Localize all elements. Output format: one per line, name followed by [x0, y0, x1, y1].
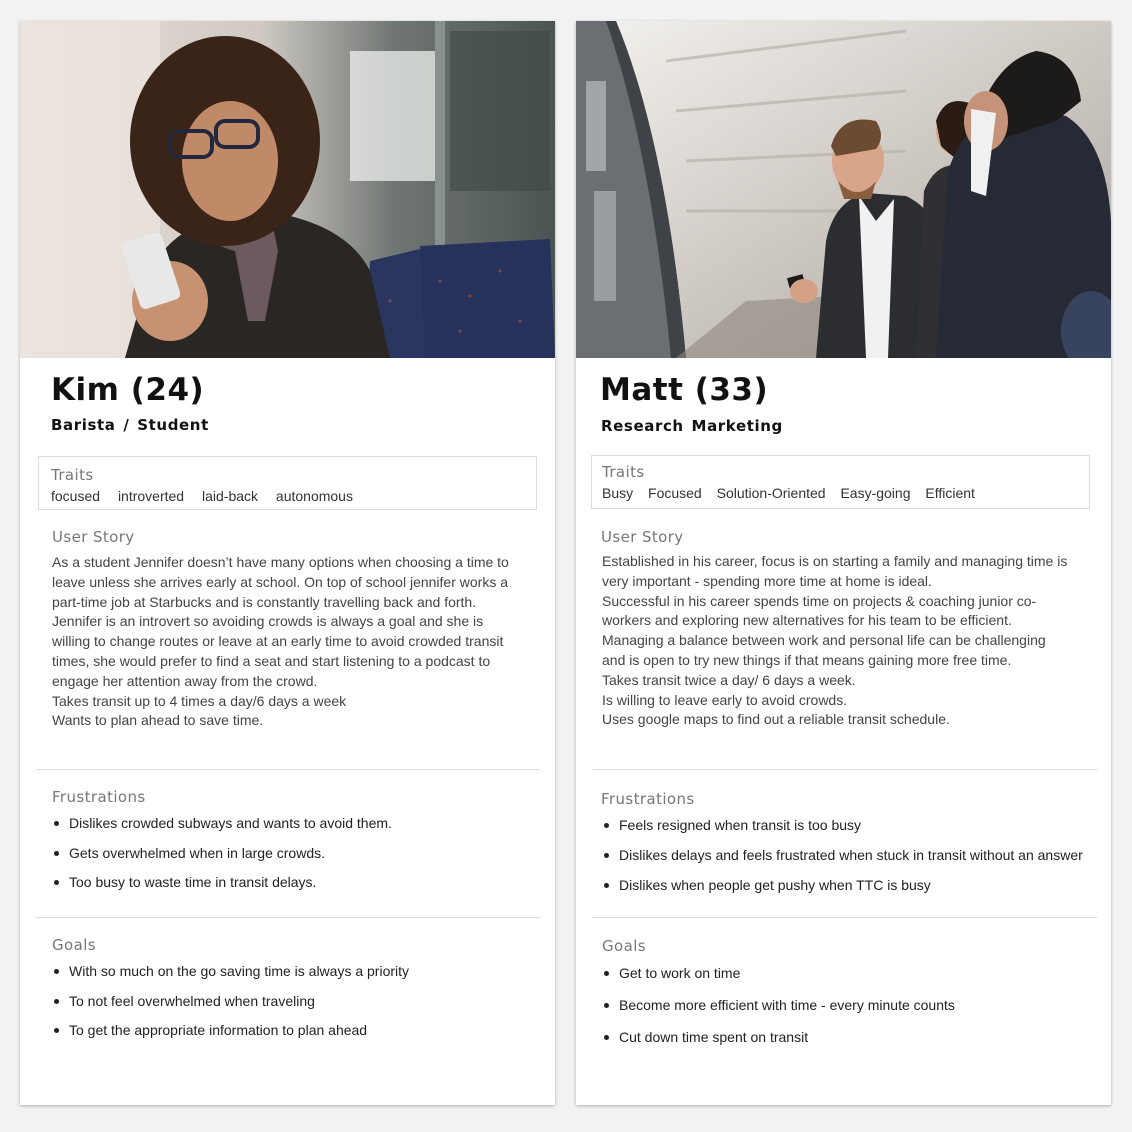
user-story-text: Established in his career, focus is on s…	[602, 552, 1067, 730]
goals-list: With so much on the go saving time is al…	[54, 963, 534, 1043]
persona-card-matt: Matt (33) Research Marketing Traits Busy…	[576, 21, 1111, 1105]
story-line: workers and exploring new alternatives f…	[602, 612, 1012, 629]
bullet-icon	[604, 852, 609, 858]
persona-photo-matt	[576, 21, 1111, 358]
bullet-icon	[54, 879, 59, 885]
story-line: Wants to plan ahead to save time.	[52, 712, 264, 729]
persona-role: Barista / Student	[51, 416, 209, 434]
story-line: engage her attention away from the crowd…	[52, 672, 318, 689]
goals-title: Goals	[52, 936, 96, 954]
persona-role: Research Marketing	[601, 417, 783, 435]
story-line: willing to change routes or leave at an …	[52, 633, 504, 650]
trait-tag: autonomous	[275, 488, 353, 504]
goal-item: To not feel overwhelmed when traveling	[54, 993, 315, 1009]
bullet-icon	[604, 1034, 609, 1040]
trait-tag: focused	[51, 488, 101, 504]
traits-box: Traits focused introverted laid-back aut…	[38, 456, 537, 510]
trait-tag: Easy-going	[840, 485, 911, 501]
bullet-icon	[604, 822, 609, 828]
bullet-icon	[604, 970, 609, 976]
bullet-icon	[54, 968, 59, 974]
persona-name: Matt (33)	[600, 372, 769, 408]
story-line: Uses google maps to find out a reliable …	[602, 711, 950, 728]
goal-item: With so much on the go saving time is al…	[54, 963, 409, 979]
bullet-icon	[54, 998, 59, 1004]
frustration-item: Dislikes crowded subways and wants to av…	[54, 815, 392, 831]
bullet-icon	[604, 1002, 609, 1008]
story-line: Takes transit up to 4 times a day/6 days…	[52, 692, 347, 709]
story-line: times, she would prefer to find a seat a…	[52, 652, 491, 669]
trait-tag: laid-back	[201, 488, 259, 504]
traits-list: focused introverted laid-back autonomous	[51, 488, 353, 504]
story-line: Successful in his career spends time on …	[602, 592, 1037, 609]
frustrations-list: Feels resigned when transit is too busy …	[604, 817, 1109, 897]
bullet-icon	[54, 1027, 59, 1033]
user-story-text: As a student Jennifer doesn’t have many …	[52, 553, 509, 731]
section-divider	[36, 917, 540, 918]
traits-title: Traits	[51, 466, 94, 484]
frustration-item: Dislikes when people get pushy when TTC …	[604, 877, 931, 893]
trait-tag: Solution-Oriented	[716, 485, 826, 501]
persona-photo-kim	[20, 21, 555, 358]
goal-item: Get to work on time	[604, 965, 740, 981]
user-story-title: User Story	[52, 528, 135, 546]
goal-item: Cut down time spent on transit	[604, 1029, 808, 1045]
section-divider	[593, 917, 1097, 918]
frustration-item: Gets overwhelmed when in large crowds.	[54, 845, 325, 861]
trait-tag: introverted	[117, 488, 185, 504]
trait-tag: Busy	[602, 485, 634, 501]
frustration-item: Dislikes delays and feels frustrated whe…	[604, 847, 1083, 863]
story-line: Managing a balance between work and pers…	[602, 632, 1046, 649]
section-divider	[593, 769, 1097, 770]
frustrations-title: Frustrations	[601, 790, 695, 808]
story-line: part-time job at Starbucks and is consta…	[52, 593, 477, 610]
bullet-icon	[54, 850, 59, 856]
story-line: Established in his career, focus is on s…	[602, 553, 1068, 569]
traits-box: Traits Busy Focused Solution-Oriented Ea…	[591, 455, 1090, 509]
persona-name: Kim (24)	[51, 372, 205, 408]
story-line: Takes transit twice a day/ 6 days a week…	[602, 671, 856, 688]
story-line: As a student Jennifer doesn’t have many …	[52, 554, 509, 570]
goals-list: Get to work on time Become more efficien…	[604, 965, 1084, 1045]
story-line: and is open to try new things if that me…	[602, 651, 1012, 668]
story-line: Jennifer is an introvert so avoiding cro…	[52, 613, 484, 630]
trait-tag: Focused	[648, 485, 702, 501]
traits-list: Busy Focused Solution-Oriented Easy-goin…	[602, 485, 975, 501]
story-line: leave unless she arrives early at school…	[52, 573, 509, 590]
bullet-icon	[54, 820, 59, 826]
goal-item: Become more efficient with time - every …	[604, 997, 955, 1013]
goal-item: To get the appropriate information to pl…	[54, 1022, 367, 1038]
persona-card-kim: Kim (24) Barista / Student Traits focuse…	[20, 21, 555, 1105]
traits-title: Traits	[602, 463, 645, 481]
frustrations-list: Dislikes crowded subways and wants to av…	[54, 815, 534, 895]
bullet-icon	[604, 882, 609, 888]
user-story-title: User Story	[601, 528, 684, 546]
frustration-item: Feels resigned when transit is too busy	[604, 817, 861, 833]
frustrations-title: Frustrations	[52, 788, 146, 806]
trait-tag: Efficient	[925, 485, 975, 501]
goals-title: Goals	[602, 937, 646, 955]
story-line: very important - spending more time at h…	[602, 572, 932, 589]
frustration-item: Too busy to waste time in transit delays…	[54, 874, 316, 890]
section-divider	[36, 769, 540, 770]
story-line: Is willing to leave early to avoid crowd…	[602, 691, 848, 708]
